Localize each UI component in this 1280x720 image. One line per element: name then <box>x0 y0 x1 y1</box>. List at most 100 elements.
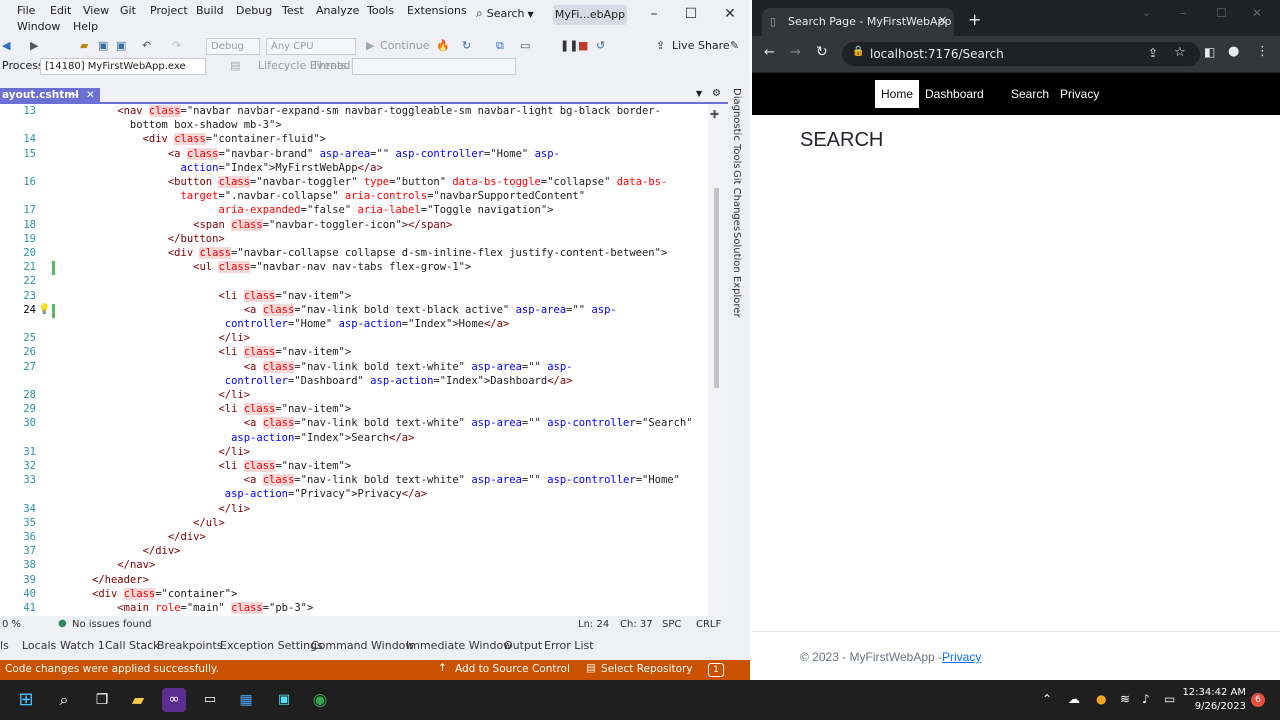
select-repository-button[interactable]: Select Repository <box>601 663 693 675</box>
process-dropdown[interactable]: [14180] MyFirstWebApp.exe <box>40 58 206 75</box>
tool-tab-breakpoints[interactable]: Breakpoints <box>157 639 223 652</box>
hot-reload-icon[interactable]: 🔥 <box>436 39 450 52</box>
wifi-icon[interactable]: ≋ <box>1120 692 1130 706</box>
browser-tab[interactable]: ▯ Search Page - MyFirstWebApp ✕ <box>762 8 954 36</box>
undo-icon[interactable]: ↶ <box>142 39 151 52</box>
terminal-icon[interactable]: ▭ <box>198 688 222 712</box>
menu-kebab-icon[interactable]: ⋮ <box>1256 44 1269 59</box>
menu-file[interactable]: File <box>17 4 35 17</box>
omnibox[interactable]: 🔒 localhost:7176/Search ⇪ ☆ <box>842 42 1200 66</box>
nav-search[interactable]: Search <box>1005 80 1055 108</box>
profile-icon[interactable]: ● <box>1228 44 1239 59</box>
notification-badge[interactable]: 6 <box>1251 693 1265 707</box>
whitespace-mode[interactable]: SPC <box>662 619 681 630</box>
clock[interactable]: 12:34:42 AM 9/26/2023 <box>1176 686 1246 714</box>
side-panel-icon[interactable]: ◧ <box>1204 45 1215 59</box>
menu-tools[interactable]: Tools <box>367 4 394 17</box>
tab-dropdown-icon[interactable]: ▼ <box>696 89 702 98</box>
bookmark-star-icon[interactable]: ☆ <box>1174 45 1186 60</box>
scrollbar-thumb[interactable] <box>714 188 719 388</box>
back-icon[interactable]: ◀ <box>2 39 10 52</box>
continue-button[interactable]: Continue <box>380 39 429 52</box>
layout-icon[interactable]: ▭ <box>520 39 530 52</box>
feedback-icon[interactable]: ✎ <box>730 39 739 52</box>
platform-dropdown[interactable]: Any CPU <box>266 38 356 55</box>
tool-tab-watch[interactable]: Watch 1 <box>60 639 105 652</box>
new-tab-icon[interactable]: + <box>968 10 981 29</box>
reload-icon[interactable]: ↻ <box>816 44 828 60</box>
chrome-close-icon[interactable]: ✕ <box>1252 6 1262 20</box>
notification-icon[interactable]: 1 <box>708 663 724 677</box>
live-share-icon[interactable]: ⇪ <box>656 39 665 52</box>
solution-name-badge[interactable]: MyFi...ebApp <box>553 5 627 25</box>
refresh-icon[interactable]: ↻ <box>462 39 471 52</box>
side-tab-git-changes[interactable]: Git Changes <box>731 170 742 231</box>
config-dropdown[interactable]: Debug <box>206 38 260 55</box>
tool-tab-output[interactable]: Output <box>504 639 542 652</box>
menu-edit[interactable]: Edit <box>50 4 71 17</box>
tab-close-icon[interactable]: ✕ <box>938 14 947 27</box>
menu-project[interactable]: Project <box>150 4 188 17</box>
tool-tab-exception-settings[interactable]: Exception Settings <box>220 639 323 652</box>
menu-debug[interactable]: Debug <box>236 4 272 17</box>
chrome-maximize-icon[interactable]: ☐ <box>1216 6 1227 20</box>
tool-tab-command-window[interactable]: Command Window <box>311 639 414 652</box>
document-tab[interactable]: ayout.cshtml ⊸ ✕ <box>0 88 100 104</box>
cloud-icon[interactable]: ☁ <box>1068 692 1080 706</box>
issues-indicator[interactable]: No issues found <box>72 619 152 630</box>
tool-tab-error-list[interactable]: Error List <box>544 639 594 652</box>
add-source-control-button[interactable]: Add to Source Control <box>455 663 570 675</box>
store-icon[interactable]: ▦ <box>234 688 258 712</box>
visual-studio-icon[interactable]: ∞ <box>162 688 186 712</box>
share-icon[interactable]: ⇪ <box>1148 46 1158 60</box>
minimize-icon[interactable]: – <box>646 6 662 22</box>
pin-icon[interactable]: ⊸ <box>70 88 79 103</box>
live-share-button[interactable]: Live Share <box>672 39 730 52</box>
tab-search-icon[interactable]: ⌄ <box>1142 8 1150 19</box>
maximize-icon[interactable]: ☐ <box>683 6 699 22</box>
editor-scrollbar[interactable]: ✚ <box>708 104 728 616</box>
menu-help[interactable]: Help <box>73 20 98 33</box>
side-tab-diagnostic-tools[interactable]: Diagnostic Tools <box>731 88 742 169</box>
taskbar-search-icon[interactable]: ⌕ <box>52 688 76 712</box>
menu-window[interactable]: Window <box>17 20 60 33</box>
redo-icon[interactable]: ↷ <box>172 39 181 52</box>
nav-privacy[interactable]: Privacy <box>1054 80 1105 108</box>
menu-view[interactable]: View <box>83 4 109 17</box>
windows-start-icon[interactable]: ⊞ <box>14 688 38 712</box>
chrome-icon[interactable]: ◉ <box>308 688 332 712</box>
menu-build[interactable]: Build <box>196 4 224 17</box>
line-ending[interactable]: CRLF <box>696 619 721 630</box>
footer-privacy-link[interactable]: Privacy <box>942 650 981 664</box>
save-all-icon[interactable]: ▣ <box>116 39 126 52</box>
lightbulb-icon[interactable]: 💡 <box>38 304 50 315</box>
tool-tab-locals[interactable]: Locals <box>22 639 56 652</box>
side-tab-solution-explorer[interactable]: Solution Explorer <box>731 232 742 318</box>
restart-icon[interactable]: ↺ <box>596 39 605 52</box>
menu-extensions[interactable]: Extensions <box>407 4 467 17</box>
code-editor[interactable]: 13 <nav class="navbar navbar-expand-sm n… <box>0 104 710 616</box>
dev-terminal-icon[interactable]: ▣ <box>272 688 296 712</box>
forward-arrow-icon[interactable]: → <box>790 45 801 60</box>
tray-chevron-icon[interactable]: ⌃ <box>1042 692 1052 706</box>
tool-tab-partial[interactable]: ls <box>0 639 9 652</box>
split-icon[interactable]: ✚ <box>710 108 719 121</box>
tool-tab-call-stack[interactable]: Call Stack <box>105 639 159 652</box>
close-icon[interactable]: ✕ <box>722 6 738 22</box>
stop-icon[interactable]: ■ <box>578 39 588 52</box>
microphone-icon[interactable]: ● <box>1096 692 1106 706</box>
menu-git[interactable]: Git <box>120 4 136 17</box>
close-tab-icon[interactable]: ✕ <box>86 88 95 103</box>
task-view-icon[interactable]: ❐ <box>90 688 114 712</box>
menu-analyze[interactable]: Analyze <box>316 4 359 17</box>
forward-icon[interactable]: ▶ <box>30 39 38 52</box>
thread-dropdown[interactable] <box>352 58 516 75</box>
volume-icon[interactable]: ♪ <box>1142 692 1150 706</box>
vs-search-box[interactable]: ⌕ Search ▼ <box>476 6 544 24</box>
menu-test[interactable]: Test <box>282 4 304 17</box>
nav-home[interactable]: Home <box>875 80 920 108</box>
continue-icon[interactable]: ▶ <box>366 39 374 52</box>
zoom-level[interactable]: 0 % <box>2 619 21 630</box>
back-arrow-icon[interactable]: ← <box>764 45 775 60</box>
browser-link-icon[interactable]: ⧉ <box>496 39 504 53</box>
